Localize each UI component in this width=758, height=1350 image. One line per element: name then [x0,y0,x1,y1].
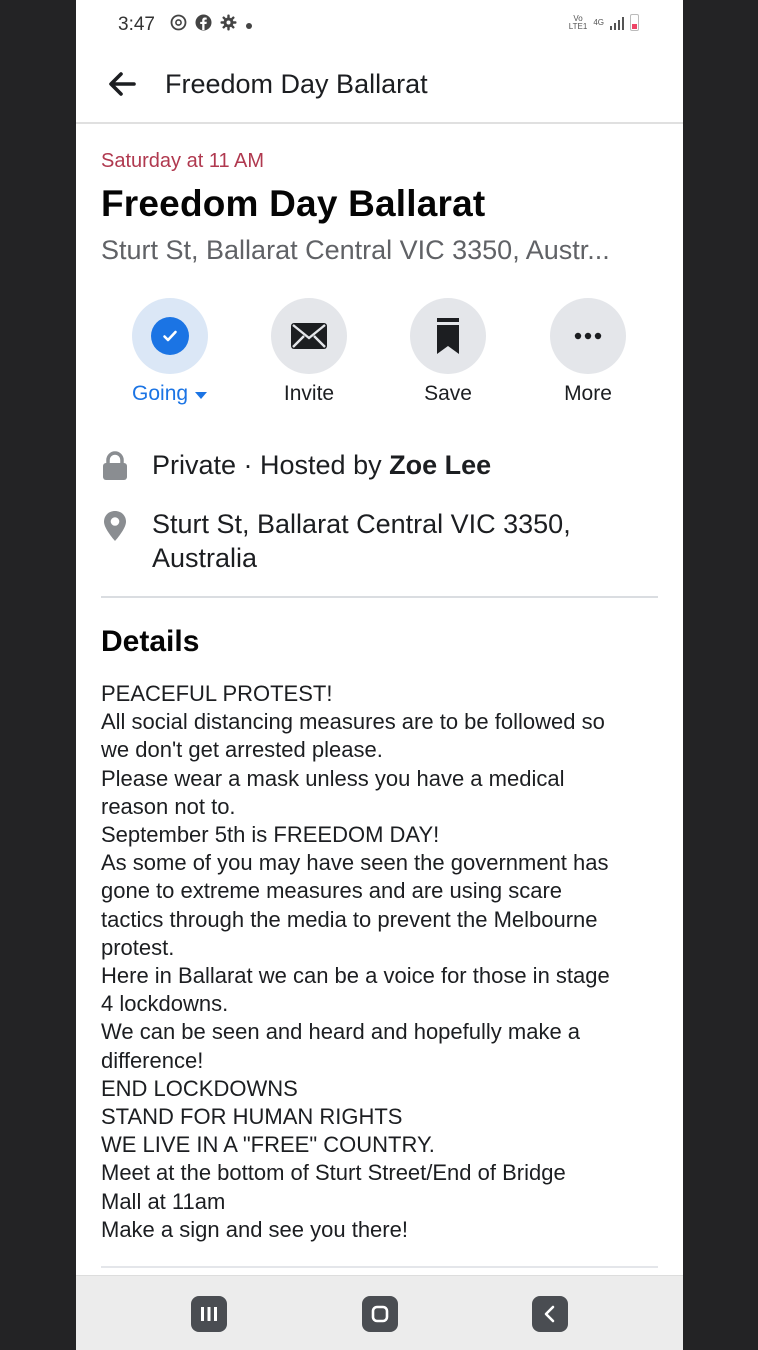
address-text: Sturt St, Ballarat Central VIC 3350, Aus… [152,507,571,575]
dot-icon [245,15,253,37]
going-button[interactable]: Going [110,298,230,406]
going-label: Going [110,382,230,406]
save-circle [410,298,486,374]
details-line: Here in Ballarat we can be a voice for t… [101,963,610,989]
back-button[interactable] [104,66,140,102]
details-line: All social distancing measures are to be… [101,709,605,735]
system-nav-bar [76,1275,683,1350]
arrow-left-icon [109,72,136,96]
network-label: Vo LTE1 [568,14,588,31]
details-line: we don't get arrested please. [101,737,383,763]
privacy-text: Private · Hosted by Zoe Lee [152,448,491,482]
details-line: Meet at the bottom of Sturt Street/End o… [101,1160,566,1186]
details-line: END LOCKDOWNS [101,1075,298,1101]
details-line: tactics through the media to prevent the… [101,906,598,932]
save-button[interactable]: Save [388,298,508,406]
details-line: WE LIVE IN A "FREE" COUNTRY. [101,1132,435,1158]
back-nav-button[interactable] [532,1296,568,1332]
envelope-icon [291,323,327,349]
details-line: gone to extreme measures and are using s… [101,878,563,904]
back-nav-icon [544,1305,555,1323]
divider-bottom [101,1266,658,1268]
event-location[interactable]: Sturt St, Ballarat Central VIC 3350, Aus… [101,235,610,266]
details-line: 4 lockdowns. [101,991,229,1017]
going-label-text: Going [132,382,189,405]
app-header: Freedom Day Ballarat [76,52,683,124]
address-line1: Sturt St, Ballarat Central VIC 3350, [152,509,571,539]
invite-circle [271,298,347,374]
network-line2: LTE1 [568,21,588,31]
details-line: Make a sign and see you there! [101,1216,408,1242]
invite-label: Invite [283,382,335,405]
divider [101,596,658,598]
status-right: Vo LTE1 4G [569,14,639,31]
lock-icon [103,451,127,480]
home-icon [371,1305,389,1323]
more-button[interactable]: More [528,298,648,406]
status-icons [170,14,253,38]
battery-icon [630,14,639,31]
host-name[interactable]: Zoe Lee [389,450,491,480]
settings-icon [220,14,237,38]
status-time: 3:47 [118,14,155,35]
bookmark-icon [437,318,459,354]
going-circle [132,298,208,374]
event-date: Saturday at 11 AM [101,150,265,172]
details-line: Please wear a mask unless you have a med… [101,765,565,791]
event-title: Freedom Day Ballarat [101,183,486,224]
details-line: Mall at 11am [101,1188,226,1214]
details-line: PEACEFUL PROTEST! [101,681,333,706]
network-4g: 4G [593,17,604,27]
details-line: protest. [101,934,175,960]
details-line: We can be seen and heard and hopefully m… [101,1019,581,1045]
facebook-icon [195,14,212,38]
more-icon [574,332,602,340]
save-label: Save [424,382,472,405]
details-heading: Details [101,625,200,658]
action-bar: Going Invite Save More [76,298,683,418]
details-body: PEACEFUL PROTEST! All social distancing m… [101,680,661,1244]
address-line2: Australia [152,543,258,573]
details-line: difference! [101,1047,204,1073]
at-icon [170,14,187,38]
details-line: September 5th is FREEDOM DAY! [101,822,440,848]
status-bar: 3:47 Vo LTE1 4G [76,0,683,52]
more-circle [550,298,626,374]
details-line: STAND FOR HUMAN RIGHTS [101,1104,403,1130]
details-line: As some of you may have seen the governm… [101,850,609,876]
invite-button[interactable]: Invite [249,298,369,406]
signal-icon [610,16,624,30]
recent-apps-button[interactable] [191,1296,227,1332]
recent-apps-icon [201,1307,217,1321]
home-button[interactable] [362,1296,398,1332]
details-line: reason not to. [101,793,236,819]
caret-down-icon [194,392,207,399]
phone-screen: 3:47 Vo LTE1 4G Freedom Day Ballarat Sat… [76,0,683,1350]
header-title: Freedom Day Ballarat [165,69,428,99]
more-label: More [564,382,612,405]
privacy-label: Private · Hosted by [152,450,390,480]
check-icon [151,317,189,355]
map-pin-icon [104,511,126,541]
